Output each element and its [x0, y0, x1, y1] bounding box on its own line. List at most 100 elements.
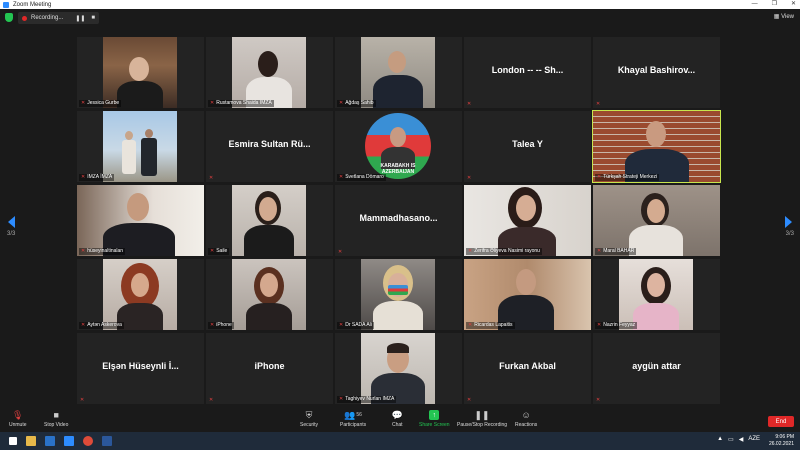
- muted-mic-icon: ✕: [209, 397, 214, 403]
- participant-tile-active-speaker[interactable]: ✕ Türkşah Strateji Merkezi: [592, 110, 721, 183]
- participant-video: [593, 185, 720, 256]
- end-meeting-button[interactable]: End: [768, 416, 794, 427]
- participant-tile[interactable]: ✕ Rustamova Shaida IMZA: [206, 37, 333, 108]
- chrome-icon[interactable]: [83, 436, 93, 446]
- clock-time: 9:06 PM: [775, 434, 794, 440]
- participant-display-name: London -- -- Sh...: [491, 65, 564, 75]
- next-page-icon[interactable]: [785, 216, 792, 228]
- participant-tile[interactable]: ✕ Dr SADA Ali: [335, 259, 462, 330]
- minimize-button[interactable]: —: [752, 0, 758, 9]
- file-explorer-icon[interactable]: [26, 436, 36, 446]
- participant-name: ✕ Nazrin Feyyaz: [595, 322, 638, 329]
- participant-name: ✕ Ricardas Lapaitis: [466, 322, 515, 329]
- keyboard-language[interactable]: AZE: [748, 436, 760, 443]
- muted-mic-icon: ✕: [467, 175, 472, 181]
- share-screen-button[interactable]: ↑ Share Screen: [419, 410, 450, 428]
- os-taskbar: ▲ ▭ ◀ AZE 9:06 PM 26.02.2021: [0, 432, 800, 450]
- participant-tile[interactable]: Elşən Hüseynli İ... ✕: [77, 333, 204, 404]
- participant-video: [464, 259, 591, 330]
- participant-tile[interactable]: ✕ Jessica Gurbe: [77, 37, 204, 108]
- outlook-icon[interactable]: [45, 436, 55, 446]
- window-title: Zoom Meeting: [13, 1, 52, 8]
- participant-tile[interactable]: ✕ Aytən Askerova: [77, 259, 204, 330]
- windows-start-icon[interactable]: [9, 437, 17, 445]
- participant-tile[interactable]: ✕ Saile: [206, 185, 333, 256]
- meeting-toolbar: 🎙 Unmute ■ Stop Video ⛨ Security 👥 56 Par…: [0, 408, 800, 432]
- participant-video: [232, 37, 306, 108]
- stop-recording-icon[interactable]: ■: [91, 15, 95, 21]
- participant-tile[interactable]: ✕ iPhone: [206, 259, 333, 330]
- participant-tile[interactable]: London -- -- Sh... ✕: [464, 37, 591, 108]
- video-camera-icon: ■: [53, 410, 59, 420]
- security-shield-icon[interactable]: [5, 13, 13, 22]
- reactions-button[interactable]: ☺ Reactions: [515, 410, 537, 428]
- participant-tile[interactable]: ✕ Nazrin Feyyaz: [593, 259, 720, 330]
- participant-tile[interactable]: ✕ IMZA İMZA: [77, 111, 204, 182]
- participant-name: ✕ Svetlana Dömaro: [337, 174, 386, 181]
- participant-tile[interactable]: Furkan Akbal ✕: [464, 333, 591, 404]
- muted-mic-icon: ✕: [80, 397, 85, 403]
- participant-tile[interactable]: ✕ Ricardas Lapaitis: [464, 259, 591, 330]
- participant-tile[interactable]: aygün attar ✕: [593, 333, 720, 404]
- system-tray: ▲ ▭ ◀ AZE: [717, 436, 760, 443]
- chat-button[interactable]: 💬 Chat: [392, 410, 403, 429]
- muted-mic-icon: ✕: [596, 101, 601, 107]
- participant-name: ✕ Taghiyev Nurlan IMZA: [337, 396, 397, 403]
- participant-display-name: iPhone: [254, 361, 285, 371]
- shield-icon: ⛨: [305, 409, 313, 420]
- word-icon[interactable]: [102, 436, 112, 446]
- pause-icon: ❚❚: [474, 409, 490, 420]
- view-button[interactable]: ▦ View: [774, 13, 794, 20]
- participant-tile[interactable]: ✕ Ağdaş Sahib: [335, 37, 462, 108]
- participant-video: [232, 185, 306, 256]
- stop-video-button[interactable]: ■ Stop Video: [44, 410, 68, 428]
- network-icon[interactable]: ▭: [728, 436, 734, 443]
- participant-video: KARABAKH IS AZERBAIJAN: [361, 111, 435, 182]
- participant-video: [361, 37, 435, 108]
- close-button[interactable]: ✕: [791, 0, 796, 9]
- unmute-button[interactable]: 🎙 Unmute: [9, 409, 27, 429]
- security-button[interactable]: ⛨ Security: [300, 409, 318, 429]
- share-screen-icon: ↑: [429, 410, 440, 420]
- participant-tile[interactable]: Mammadhasano... ✕: [335, 185, 462, 256]
- participant-name: ✕ hüseyinaltinalan: [79, 248, 126, 255]
- pause-recording-icon[interactable]: ❚❚: [75, 15, 85, 22]
- page-indicator-right: 3/3: [785, 231, 794, 237]
- smiley-icon: ☺: [521, 410, 531, 420]
- window-titlebar: Zoom Meeting — ❐ ✕: [0, 0, 800, 9]
- participant-tile[interactable]: Esmira Sultan Rü... ✕: [206, 111, 333, 182]
- participant-tile[interactable]: Talea Y ✕: [464, 111, 591, 182]
- participants-icon: 👥 56: [344, 409, 362, 420]
- pause-stop-recording-button[interactable]: ❚❚ Pause/Stop Recording: [457, 409, 507, 429]
- participant-tile[interactable]: ✕ Taghiyev Nurlan IMZA: [335, 333, 462, 404]
- participant-tile[interactable]: ✕ Zerifra Əliyeva Nasimi rayonu: [464, 185, 591, 256]
- participant-video: [77, 185, 204, 256]
- participant-tile[interactable]: KARABAKH IS AZERBAIJAN ✕ Svetlana Dömaro: [335, 111, 462, 182]
- participant-video: [103, 37, 177, 108]
- participant-name: ✕ Zerifra Əliyeva Nasimi rayonu: [466, 248, 542, 255]
- muted-mic-icon: 🎙: [12, 409, 24, 420]
- meeting-topbar: Recording... ❚❚ ■ ▦ View: [0, 9, 800, 27]
- zoom-app-icon: [3, 1, 9, 8]
- volume-icon[interactable]: ◀: [739, 436, 744, 443]
- notification-icon[interactable]: ▲: [717, 436, 723, 443]
- participant-name: ✕ Rustamova Shaida IMZA: [208, 100, 274, 107]
- participant-video: [361, 259, 435, 330]
- muted-mic-icon: ✕: [338, 249, 343, 255]
- previous-page-icon[interactable]: [8, 216, 15, 228]
- participant-video: [232, 259, 306, 330]
- recording-dot-icon: [22, 15, 27, 21]
- participant-tile[interactable]: iPhone ✕: [206, 333, 333, 404]
- participants-button[interactable]: 👥 56 Participants: [340, 409, 366, 429]
- participant-tile[interactable]: ✕ hüseyinaltinalan: [77, 185, 204, 256]
- face-mask: [388, 285, 408, 295]
- clock[interactable]: 9:06 PM 26.02.2021: [769, 434, 794, 448]
- participant-tile[interactable]: Khayal Bashirov... ✕: [593, 37, 720, 108]
- participant-name: ✕ Ağdaş Sahib: [337, 100, 376, 107]
- maximize-button[interactable]: ❐: [772, 0, 777, 9]
- participant-video: [103, 259, 177, 330]
- muted-mic-icon: ✕: [209, 175, 214, 181]
- participant-tile[interactable]: ✕ Maral BAHAR: [593, 185, 720, 256]
- zoom-taskbar-icon[interactable]: [64, 436, 74, 446]
- participant-display-name: Furkan Akbal: [499, 361, 556, 371]
